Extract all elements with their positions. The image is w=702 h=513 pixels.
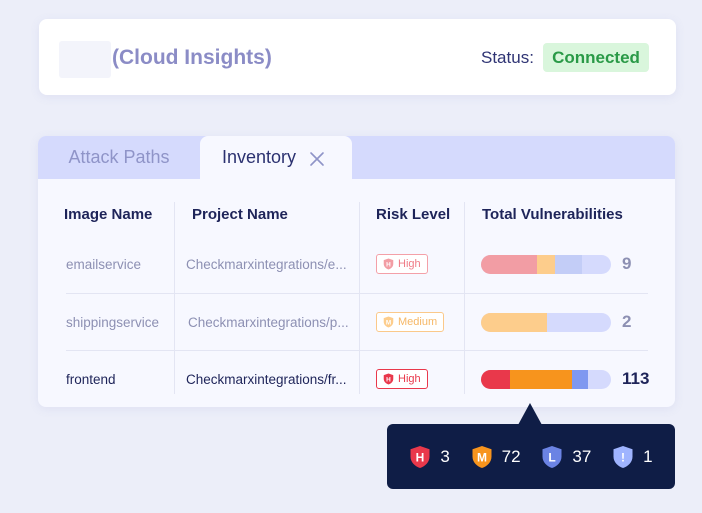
project-name-cell: Checkmarxintegrations/fr... bbox=[186, 371, 347, 387]
medium-shield-icon: M bbox=[383, 316, 394, 328]
bar-segment-low bbox=[555, 255, 583, 274]
table-row[interactable]: frontend Checkmarxintegrations/fr... H H… bbox=[38, 351, 675, 407]
tooltip-item-low: L 37 bbox=[541, 445, 591, 469]
svg-text:M: M bbox=[386, 319, 391, 326]
table-row[interactable]: shippingservice Checkmarxintegrations/p.… bbox=[38, 294, 675, 350]
column-header-project-name[interactable]: Project Name bbox=[192, 206, 288, 223]
tooltip-item-medium: M 72 bbox=[471, 445, 521, 469]
svg-text:H: H bbox=[386, 376, 391, 383]
svg-text:L: L bbox=[549, 450, 556, 464]
inventory-panel: Attack Paths Inventory Image Name Projec… bbox=[38, 136, 675, 407]
risk-label: High bbox=[398, 373, 421, 385]
risk-level-cell: M Medium bbox=[376, 294, 445, 350]
low-shield-icon: L bbox=[542, 445, 562, 468]
vulnerability-total: 9 bbox=[622, 254, 632, 273]
column-header-total-vulnerabilities[interactable]: Total Vulnerabilities bbox=[482, 206, 623, 223]
image-name-cell: shippingservice bbox=[66, 314, 160, 330]
risk-badge-high: H High bbox=[376, 369, 428, 389]
tooltip-item-info: ! 1 bbox=[612, 445, 653, 469]
integration-logo bbox=[59, 41, 111, 78]
integration-header-card: (Cloud Insights) Status: Connected bbox=[39, 19, 676, 95]
risk-level-cell: H High bbox=[376, 351, 428, 407]
tab-inventory-label: Inventory bbox=[222, 147, 297, 167]
vulnerability-bar[interactable] bbox=[481, 370, 611, 389]
tooltip-item-high: H 3 bbox=[409, 445, 450, 469]
svg-text:H: H bbox=[416, 450, 425, 464]
bar-segment-high bbox=[481, 370, 510, 389]
tab-bar: Attack Paths Inventory bbox=[38, 136, 675, 179]
status-badge: Connected bbox=[543, 43, 649, 72]
tab-attack-paths[interactable]: Attack Paths bbox=[38, 136, 200, 179]
high-shield-icon: H bbox=[383, 373, 394, 385]
bar-segment-medium bbox=[536, 255, 556, 274]
status-label: Status: bbox=[481, 48, 534, 67]
close-icon[interactable] bbox=[309, 151, 325, 167]
bar-segment-medium bbox=[481, 313, 548, 332]
vulnerability-total: 113 bbox=[622, 369, 650, 388]
low-count: 37 bbox=[572, 446, 592, 466]
svg-text:!: ! bbox=[621, 450, 625, 464]
medium-count: 72 bbox=[501, 446, 521, 466]
risk-label: Medium bbox=[398, 316, 438, 328]
risk-level-cell: H High bbox=[376, 236, 428, 292]
table-row[interactable]: emailservice Checkmarxintegrations/e... … bbox=[38, 236, 675, 292]
medium-shield-icon: M bbox=[472, 445, 492, 468]
high-shield-icon: H bbox=[383, 258, 394, 270]
bar-segment-high bbox=[481, 255, 537, 274]
info-count: 1 bbox=[643, 446, 653, 466]
tooltip-arrow bbox=[518, 403, 542, 425]
project-name-cell: Checkmarxintegrations/p... bbox=[188, 314, 349, 330]
image-name-cell: frontend bbox=[66, 371, 116, 387]
column-header-risk-level[interactable]: Risk Level bbox=[376, 206, 450, 223]
risk-label: High bbox=[398, 258, 421, 270]
image-name-cell: emailservice bbox=[66, 256, 142, 272]
bar-segment-medium bbox=[509, 370, 572, 389]
svg-text:M: M bbox=[477, 450, 487, 464]
svg-text:H: H bbox=[386, 261, 391, 268]
vulnerability-bar[interactable] bbox=[481, 313, 611, 332]
column-header-image-name[interactable]: Image Name bbox=[64, 206, 152, 223]
info-shield-icon: ! bbox=[613, 445, 633, 468]
tab-inventory[interactable]: Inventory bbox=[200, 136, 352, 179]
risk-badge-high: H High bbox=[376, 254, 428, 274]
high-shield-icon: H bbox=[410, 445, 430, 468]
project-name-cell: Checkmarxintegrations/e... bbox=[186, 256, 347, 272]
bar-segment-low bbox=[571, 370, 588, 389]
vulnerability-total: 2 bbox=[622, 312, 632, 331]
vulnerability-breakdown-tooltip: H 3 M 72 L 37 ! 1 bbox=[387, 424, 675, 489]
risk-badge-medium: M Medium bbox=[376, 312, 445, 332]
high-count: 3 bbox=[440, 446, 450, 466]
vulnerability-bar[interactable] bbox=[481, 255, 611, 274]
integration-title: (Cloud Insights) bbox=[112, 46, 272, 69]
